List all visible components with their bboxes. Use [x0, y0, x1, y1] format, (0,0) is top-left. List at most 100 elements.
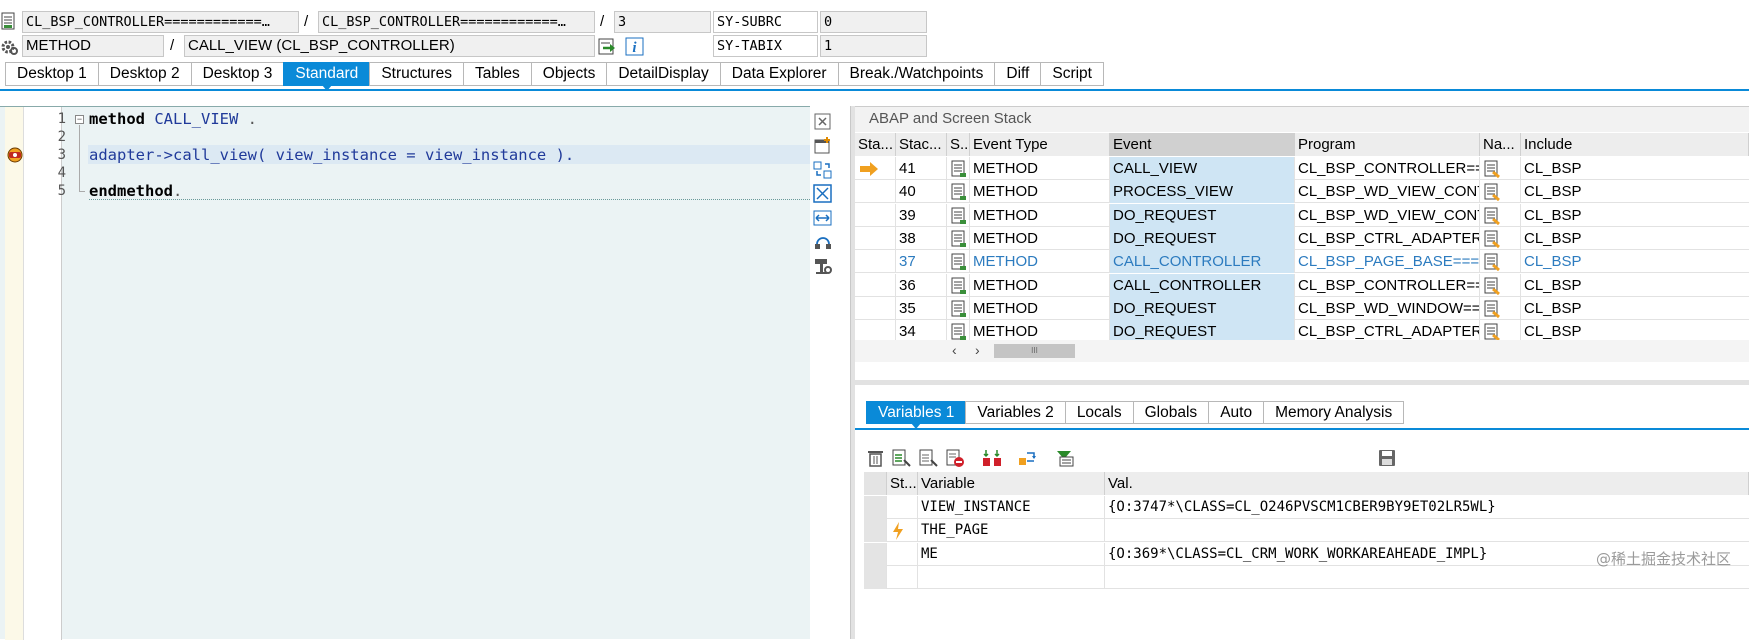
include-field[interactable]: CL_BSP_CONTROLLER============… [318, 11, 595, 33]
tab-breakpoints[interactable]: Break./Watchpoints [837, 62, 995, 86]
scroll-right-icon[interactable]: › [975, 342, 980, 358]
remove-variable-icon[interactable] [946, 448, 966, 468]
transfer-icon[interactable] [1018, 448, 1038, 468]
resize-width-icon[interactable] [813, 208, 833, 228]
collapse-toggle[interactable]: − [75, 115, 84, 124]
stack-row[interactable]: 38 METHODDO_REQUESTCL_BSP_CTRL_ADAPTER=… C… [855, 226, 1749, 250]
navigate-cell[interactable] [1480, 226, 1521, 250]
tab-memory-analysis[interactable]: Memory Analysis [1263, 401, 1405, 424]
tab-auto[interactable]: Auto [1208, 401, 1264, 424]
filter-icon[interactable] [1054, 448, 1074, 468]
swap-icon[interactable] [813, 160, 833, 180]
scroll-thumb[interactable]: III [994, 344, 1075, 358]
col-header[interactable]: S.. [947, 133, 970, 156]
add-variable-icon[interactable] [892, 448, 912, 468]
navigate-icon[interactable] [598, 37, 618, 57]
navigate-cell[interactable] [1480, 250, 1521, 274]
variable-row[interactable]: THE_PAGE [864, 519, 1749, 543]
line-field[interactable]: 3 [614, 11, 711, 33]
navigate-source-icon[interactable] [1483, 182, 1501, 202]
col-header[interactable]: Variable [918, 472, 1105, 495]
source-code-icon [951, 183, 966, 201]
layout-icon[interactable] [813, 232, 833, 252]
source-editor[interactable]: 1 2 3 4 5 − method CALL_VIEW . adapter->… [0, 106, 810, 640]
col-header[interactable]: Stac... [896, 133, 947, 156]
sys-field-name[interactable]: SY-SUBRC [713, 11, 818, 33]
save-icon[interactable] [1377, 448, 1397, 468]
col-header[interactable]: St... [887, 472, 918, 495]
col-header[interactable]: Event [1110, 133, 1295, 156]
stack-scrollbar[interactable]: ‹ › III [855, 340, 1749, 362]
tab-diff[interactable]: Diff [994, 62, 1041, 86]
stack-row[interactable]: 41 METHODCALL_VIEWCL_BSP_CONTROLLER===… CL… [855, 157, 1749, 180]
tab-standard[interactable]: Standard [283, 62, 370, 91]
event: PROCESS_VIEW [1110, 180, 1295, 204]
row-selector[interactable] [864, 542, 887, 566]
stack-row[interactable]: 36 METHOD CALL_CONTROLLER CL_BSP_CONTROLLER… [855, 273, 1749, 297]
navigate-cell[interactable] [1480, 273, 1521, 297]
breakpoint-gutter[interactable] [5, 107, 24, 640]
sys-field-value-2[interactable]: 1 [820, 35, 927, 57]
tab-desktop-2[interactable]: Desktop 2 [97, 62, 191, 86]
navigate-cell[interactable] [1480, 203, 1521, 227]
navigate-source-icon[interactable] [1483, 159, 1501, 179]
row-selector[interactable] [864, 496, 887, 519]
event-field[interactable]: CALL_VIEW (CL_BSP_CONTROLLER) [184, 35, 595, 57]
stack-row[interactable]: 37 METHOD CALL_CONTROLLER CL_BSP_PAGE_BASE=… [855, 250, 1749, 274]
tab-script[interactable]: Script [1040, 62, 1104, 86]
sys-field-value[interactable]: 0 [820, 11, 927, 33]
tab-desktop-3[interactable]: Desktop 3 [190, 62, 284, 86]
tab-variables-2[interactable]: Variables 2 [965, 401, 1065, 424]
delete-icon[interactable] [866, 448, 886, 468]
navigate-source-icon[interactable] [1483, 276, 1501, 296]
stack-row[interactable]: 35 METHOD DO_REQUEST CL_BSP_WD_WINDOW==… CL_… [855, 296, 1749, 320]
variable-name[interactable]: VIEW_INSTANCE [918, 496, 1105, 519]
col-header[interactable]: Include [1521, 133, 1749, 156]
row-selector[interactable] [864, 519, 887, 543]
type-field[interactable]: METHOD [22, 35, 164, 57]
navigate-source-icon[interactable] [1483, 206, 1501, 226]
close-icon[interactable] [813, 112, 833, 132]
tab-structures[interactable]: Structures [369, 62, 463, 86]
new-window-icon[interactable] [813, 136, 833, 156]
variable-row[interactable]: VIEW_INSTANCE {O:3747*\CLASS=CL_O246PVSCM… [864, 496, 1749, 519]
navigate-cell[interactable] [1480, 180, 1521, 204]
variable-name[interactable]: THE_PAGE [918, 519, 1105, 543]
tab-objects[interactable]: Objects [530, 62, 607, 86]
col-header[interactable]: Sta... [855, 133, 896, 156]
tab-locals[interactable]: Locals [1064, 401, 1133, 424]
navigate-source-icon[interactable] [1483, 299, 1501, 319]
maximize-icon[interactable] [813, 184, 833, 204]
col-header[interactable]: Program [1295, 133, 1480, 156]
navigate-source-icon[interactable] [1483, 229, 1501, 249]
stack-row[interactable]: 39 METHODDO_REQUESTCL_BSP_WD_VIEW_CONTR… C… [855, 203, 1749, 227]
col-header[interactable]: Na... [1480, 133, 1521, 156]
variable-name[interactable] [918, 565, 1105, 589]
variable-value[interactable] [1105, 566, 1749, 589]
variable-value[interactable] [1105, 519, 1749, 542]
scroll-left-icon[interactable]: ‹ [952, 342, 957, 358]
tab-tables[interactable]: Tables [462, 62, 531, 86]
variable-name[interactable]: ME [918, 542, 1105, 566]
sys-field-name-2[interactable]: SY-TABIX [713, 35, 818, 57]
stack-row[interactable]: 40 METHODPROCESS_VIEWCL_BSP_WD_VIEW_CONTR… [855, 180, 1749, 204]
tab-variables-1[interactable]: Variables 1 [866, 401, 966, 429]
col-header[interactable]: Val. [1105, 472, 1749, 495]
navigate-cell[interactable] [1480, 296, 1521, 320]
tools-icon[interactable] [813, 256, 833, 276]
row-selector[interactable] [864, 565, 887, 589]
tab-data-explorer[interactable]: Data Explorer [719, 62, 838, 86]
variable-row-empty[interactable] [864, 565, 1749, 589]
navigate-source-icon[interactable] [1483, 252, 1501, 272]
edit-variable-icon[interactable] [919, 448, 939, 468]
variable-value[interactable]: {O:3747*\CLASS=CL_O246PVSCM1CBER9BY9ET02… [1105, 496, 1749, 519]
navigate-cell[interactable] [1480, 157, 1521, 180]
col-header[interactable]: Event Type [970, 133, 1110, 156]
tab-desktop-1[interactable]: Desktop 1 [5, 62, 98, 86]
tab-globals[interactable]: Globals [1132, 401, 1209, 424]
move-icon[interactable] [982, 448, 1002, 468]
horizontal-splitter[interactable] [855, 380, 1749, 385]
info-icon[interactable]: i [625, 37, 645, 57]
program-field[interactable]: CL_BSP_CONTROLLER============… [22, 11, 299, 33]
tab-detail-display[interactable]: DetailDisplay [606, 62, 720, 86]
